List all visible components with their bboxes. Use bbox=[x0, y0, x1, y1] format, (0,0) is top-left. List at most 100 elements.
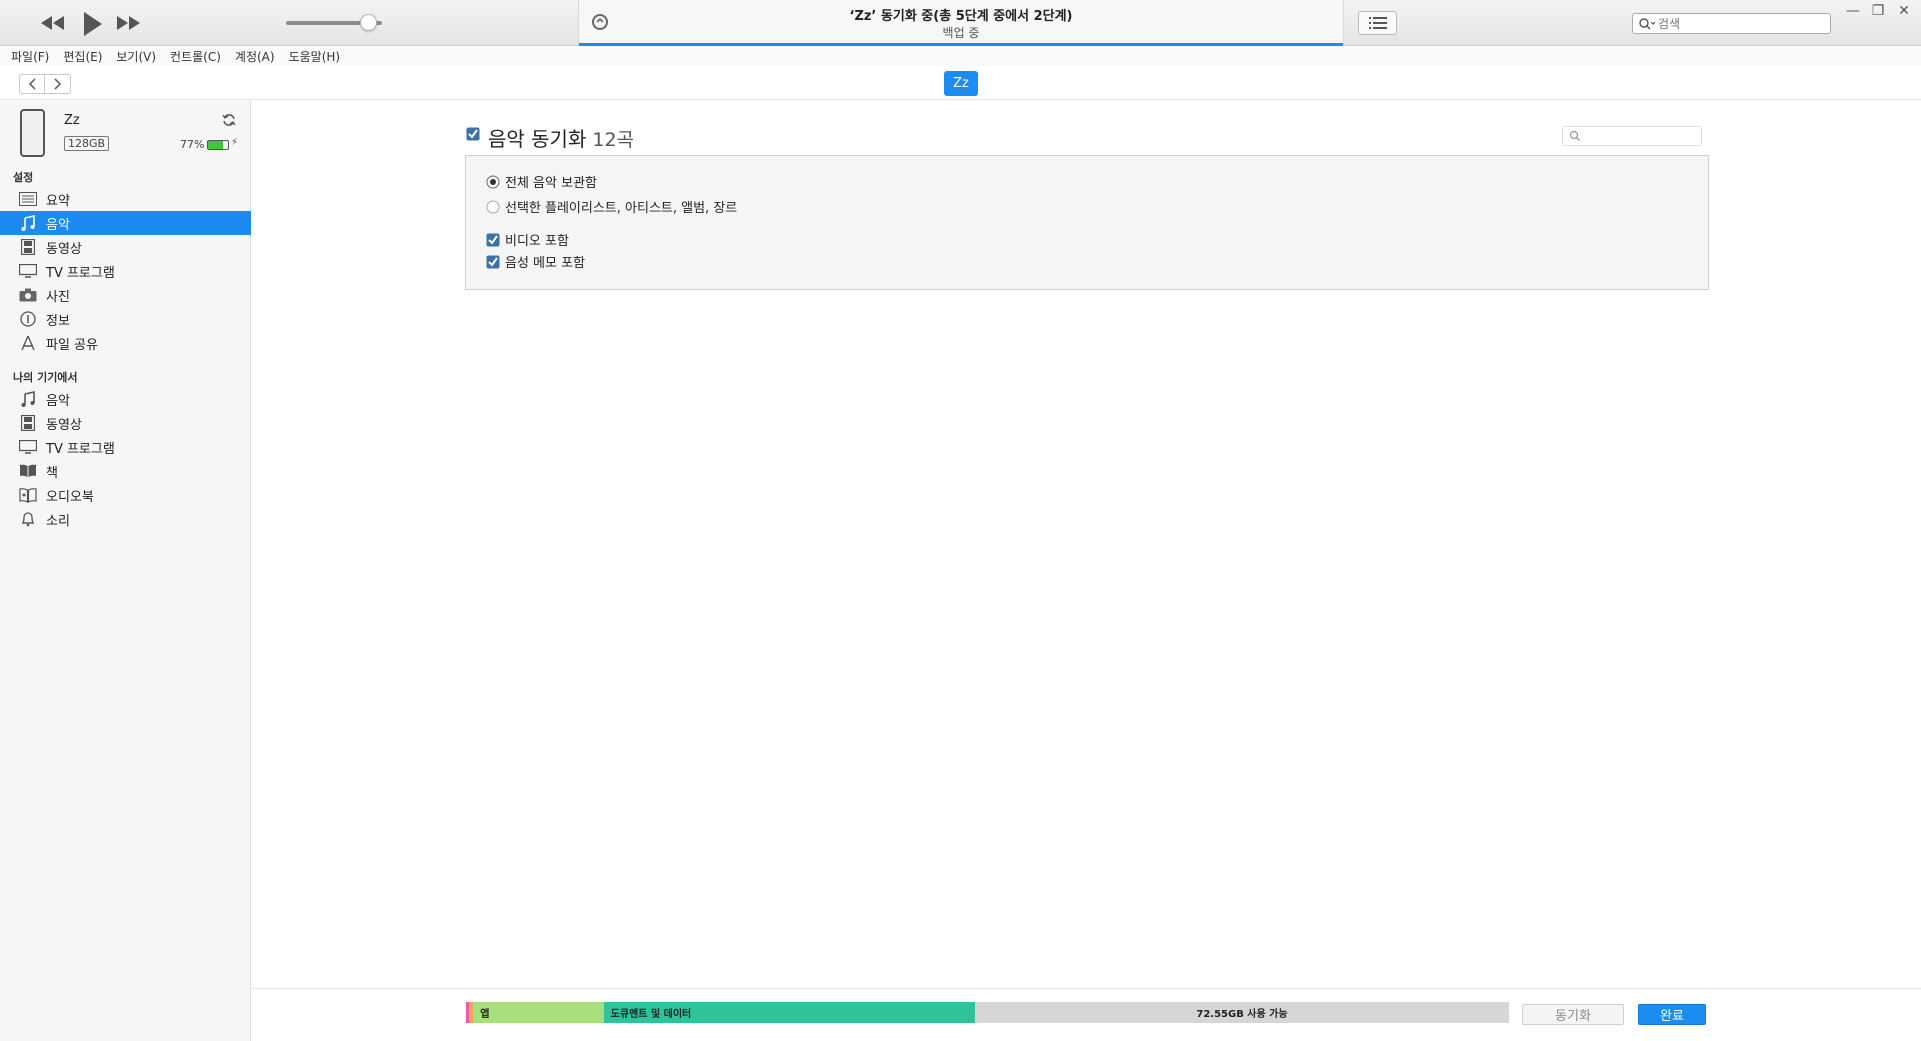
device-item-music[interactable]: 음악 bbox=[0, 387, 251, 411]
storage-capacity-bar: 앱 도큐멘트 및 데이터 72.55GB 사용 가능 bbox=[466, 1002, 1509, 1023]
free-space-label: 72.55GB 사용 가능 bbox=[1196, 1009, 1288, 1020]
done-button[interactable]: 완료 bbox=[1638, 1004, 1706, 1025]
rewind-button[interactable] bbox=[38, 9, 68, 37]
sync-icon[interactable] bbox=[222, 113, 236, 127]
battery-icon bbox=[207, 140, 229, 150]
app-store-icon bbox=[18, 334, 38, 352]
menu-controls[interactable]: 컨트롤(C) bbox=[170, 48, 221, 65]
sidebar-item-label: 소리 bbox=[46, 513, 70, 529]
device-item-audiobooks[interactable]: 오디오북 bbox=[0, 483, 251, 507]
sidebar-item-label: 동영상 bbox=[46, 241, 82, 257]
list-icon bbox=[1368, 17, 1387, 29]
info-icon bbox=[18, 310, 38, 328]
checkbox-checked[interactable] bbox=[486, 255, 500, 269]
storage-segment: 앱 bbox=[473, 1002, 604, 1023]
sync-title-label: 음악 동기화 bbox=[488, 127, 587, 151]
filter-search-box[interactable] bbox=[1562, 126, 1702, 146]
tv-icon bbox=[18, 262, 38, 280]
audiobook-icon bbox=[18, 486, 38, 504]
option-label: 전체 음악 보관함 bbox=[505, 176, 597, 191]
sidebar-item-label: 오디오북 bbox=[46, 489, 94, 505]
back-button[interactable] bbox=[19, 74, 45, 94]
film-icon bbox=[18, 238, 38, 256]
device-capacity-badge: 128GB bbox=[64, 136, 110, 151]
sidebar-item-label: 사진 bbox=[46, 289, 70, 305]
device-button[interactable]: Zz bbox=[944, 71, 978, 96]
option-label: 음성 메모 포함 bbox=[505, 256, 586, 271]
option-label: 비디오 포함 bbox=[505, 234, 569, 249]
search-box[interactable] bbox=[1632, 13, 1831, 34]
forward-button[interactable] bbox=[45, 74, 71, 94]
option-entire-library[interactable]: 전체 음악 보관함 bbox=[486, 172, 597, 191]
summary-icon bbox=[18, 190, 38, 208]
option-include-videos[interactable]: 비디오 포함 bbox=[486, 230, 569, 249]
music-icon bbox=[18, 390, 38, 408]
sidebar-item-movies[interactable]: 동영상 bbox=[0, 235, 251, 259]
chevron-right-icon bbox=[53, 78, 61, 90]
sidebar-item-file-sharing[interactable]: 파일 공유 bbox=[0, 331, 251, 355]
option-selected-items[interactable]: 선택한 플레이리스트, 아티스트, 앨범, 장르 bbox=[486, 197, 737, 216]
title-bar: ‘Zz’ 동기화 중(총 5단계 중에서 2단계) 백업 중 — ❐ ✕ bbox=[0, 0, 1921, 46]
tv-icon bbox=[18, 438, 38, 456]
sidebar-item-music[interactable]: 음악 bbox=[0, 211, 251, 235]
rewind-icon bbox=[41, 16, 64, 30]
menu-edit[interactable]: 편집(E) bbox=[63, 48, 102, 65]
menu-file[interactable]: 파일(F) bbox=[11, 48, 49, 65]
restore-button[interactable]: ❐ bbox=[1867, 2, 1889, 20]
menu-bar: 파일(F) 편집(E) 보기(V) 컨트롤(C) 계정(A) 도움말(H) bbox=[0, 46, 1921, 66]
minimize-button[interactable]: — bbox=[1842, 2, 1864, 20]
chevron-left-icon bbox=[28, 78, 36, 90]
sidebar-item-label: TV 프로그램 bbox=[46, 441, 115, 457]
battery-percent: 77% bbox=[180, 138, 205, 151]
search-icon bbox=[1639, 17, 1655, 29]
storage-segment: 도큐멘트 및 데이터 bbox=[603, 1002, 975, 1023]
search-icon bbox=[1569, 130, 1580, 141]
option-include-voice-memos[interactable]: 음성 메모 포함 bbox=[486, 252, 585, 271]
sync-music-checkbox[interactable] bbox=[466, 127, 480, 141]
sidebar-item-info[interactable]: 정보 bbox=[0, 307, 251, 331]
on-my-device-section-header: 나의 기기에서 bbox=[13, 371, 78, 384]
search-input[interactable] bbox=[1658, 16, 1818, 31]
device-item-movies[interactable]: 동영상 bbox=[0, 411, 251, 435]
battery-level-fill bbox=[208, 141, 224, 149]
sidebar-item-label: 음악 bbox=[46, 217, 70, 233]
fast-forward-icon bbox=[117, 16, 140, 30]
sync-button[interactable]: 동기화 bbox=[1522, 1004, 1624, 1025]
close-button[interactable]: ✕ bbox=[1893, 2, 1915, 20]
sidebar-item-label: 음악 bbox=[46, 393, 70, 409]
option-label: 선택한 플레이리스트, 아티스트, 앨범, 장르 bbox=[505, 201, 738, 216]
status-display: ‘Zz’ 동기화 중(총 5단계 중에서 2단계) 백업 중 bbox=[578, 0, 1344, 46]
menu-help[interactable]: 도움말(H) bbox=[289, 48, 341, 65]
play-button[interactable] bbox=[78, 9, 106, 39]
page-title: 음악 동기화 12곡 bbox=[488, 123, 634, 152]
main-content: 음악 동기화 12곡 전체 음악 보관함 선택한 플레이리스트, 아티스트, 앨범… bbox=[252, 101, 1921, 989]
device-item-tv-shows[interactable]: TV 프로그램 bbox=[0, 435, 251, 459]
book-icon bbox=[18, 462, 38, 480]
film-icon bbox=[18, 414, 38, 432]
menu-view[interactable]: 보기(V) bbox=[116, 48, 156, 65]
checkbox-checked[interactable] bbox=[486, 233, 500, 247]
menu-account[interactable]: 계정(A) bbox=[235, 48, 275, 65]
sidebar-item-label: 동영상 bbox=[46, 417, 82, 433]
device-item-books[interactable]: 책 bbox=[0, 459, 251, 483]
sidebar-item-label: 요약 bbox=[46, 193, 70, 209]
sidebar-item-tv-shows[interactable]: TV 프로그램 bbox=[0, 259, 251, 283]
navigation-bar: Zz bbox=[0, 67, 1921, 100]
volume-slider-knob[interactable] bbox=[359, 14, 377, 31]
radio-button-selected[interactable] bbox=[486, 175, 500, 189]
bell-icon bbox=[18, 510, 38, 528]
charging-icon: ⚡ bbox=[231, 137, 239, 148]
settings-section-header: 설정 bbox=[13, 171, 34, 184]
radio-button[interactable] bbox=[486, 200, 500, 214]
sidebar-item-photos[interactable]: 사진 bbox=[0, 283, 251, 307]
music-icon bbox=[18, 214, 38, 232]
sidebar-item-label: 파일 공유 bbox=[46, 337, 98, 353]
sidebar-item-label: TV 프로그램 bbox=[46, 265, 115, 281]
device-item-tones[interactable]: 소리 bbox=[0, 507, 251, 531]
status-title: ‘Zz’ 동기화 중(총 5단계 중에서 2단계) bbox=[849, 9, 1073, 24]
sidebar-item-summary[interactable]: 요약 bbox=[0, 187, 251, 211]
fast-forward-button[interactable] bbox=[113, 9, 143, 37]
camera-icon bbox=[18, 286, 38, 304]
up-next-list-button[interactable] bbox=[1358, 11, 1397, 35]
song-count: 12곡 bbox=[592, 129, 635, 151]
